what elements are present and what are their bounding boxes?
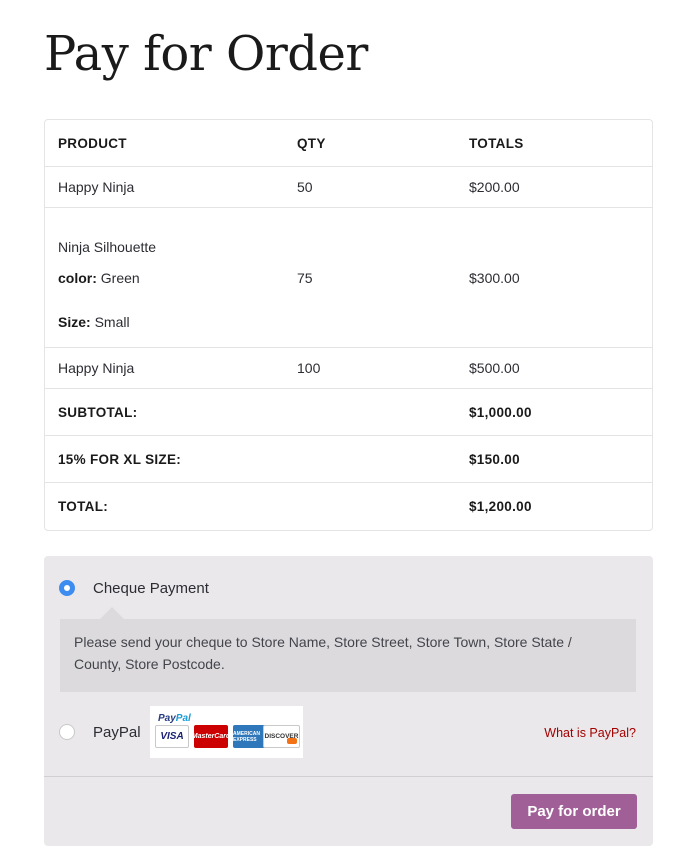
- cheque-description: Please send your cheque to Store Name, S…: [60, 607, 636, 692]
- paypal-logo: PayPal: [158, 713, 191, 724]
- product-name: Happy Ninja: [58, 179, 135, 195]
- meta-value: Green: [100, 270, 140, 286]
- header-qty: QTY: [297, 135, 326, 151]
- discover-card-icon: DISCOVER: [263, 725, 300, 748]
- footer-value: $1,200.00: [469, 499, 532, 514]
- paypal-radio[interactable]: [59, 724, 75, 740]
- divider: [44, 776, 653, 777]
- paypal-logo-pal: Pal: [175, 713, 191, 724]
- product-qty: 100: [297, 360, 321, 376]
- discount-row: 15% FOR XL SIZE: $150.00: [45, 436, 652, 483]
- footer-value: $150.00: [469, 451, 520, 467]
- paypal-acceptance-mark: PayPal VISA MasterCard AMERICAN EXPRESS …: [150, 706, 303, 758]
- footer-value: $1,000.00: [469, 404, 532, 420]
- order-table: PRODUCT QTY TOTALS Happy Ninja 50 $200.0…: [44, 119, 653, 531]
- subtotal-row: SUBTOTAL: $1,000.00: [45, 389, 652, 436]
- header-product: PRODUCT: [58, 135, 127, 151]
- meta-value: Small: [94, 314, 130, 330]
- product-total: $500.00: [469, 360, 520, 376]
- product-meta-color: color: Green: [58, 270, 297, 286]
- what-is-paypal-link[interactable]: What is PayPal?: [544, 726, 636, 740]
- amex-card-icon: AMERICAN EXPRESS: [233, 725, 267, 748]
- meta-label: Size:: [58, 314, 91, 330]
- product-meta-size: Size: Small: [58, 314, 297, 330]
- mastercard-icon: MasterCard: [192, 725, 230, 748]
- product-qty: 75: [297, 269, 313, 286]
- table-row: Ninja Silhouette color: Green Size: Smal…: [45, 208, 652, 348]
- product-name: Happy Ninja: [58, 360, 135, 376]
- payment-methods-panel: Cheque Payment Please send your cheque t…: [44, 556, 653, 846]
- cheque-radio[interactable]: [59, 580, 75, 596]
- visa-card-icon: VISA: [155, 725, 189, 748]
- payment-method-cheque[interactable]: Cheque Payment: [44, 578, 653, 598]
- product-total: $200.00: [469, 179, 520, 195]
- product-qty: 50: [297, 179, 313, 195]
- footer-label: 15% FOR XL SIZE:: [58, 451, 182, 467]
- cheque-label[interactable]: Cheque Payment: [93, 580, 209, 597]
- product-name: Ninja Silhouette: [58, 239, 157, 255]
- table-header-row: PRODUCT QTY TOTALS: [45, 120, 652, 167]
- product-total: $300.00: [469, 269, 520, 286]
- footer-label: TOTAL:: [58, 499, 109, 514]
- paypal-logo-pay: Pay: [158, 713, 176, 724]
- footer-label: SUBTOTAL:: [58, 404, 138, 420]
- total-row: TOTAL: $1,200.00: [45, 483, 652, 530]
- product-cell: Ninja Silhouette color: Green Size: Smal…: [45, 225, 297, 330]
- paypal-label[interactable]: PayPal: [93, 724, 141, 741]
- header-totals: TOTALS: [469, 135, 524, 151]
- pay-for-order-button[interactable]: Pay for order: [511, 794, 637, 829]
- meta-label: color:: [58, 270, 97, 286]
- page-title: Pay for Order: [44, 26, 368, 82]
- table-row: Happy Ninja 50 $200.00: [45, 167, 652, 208]
- table-row: Happy Ninja 100 $500.00: [45, 348, 652, 389]
